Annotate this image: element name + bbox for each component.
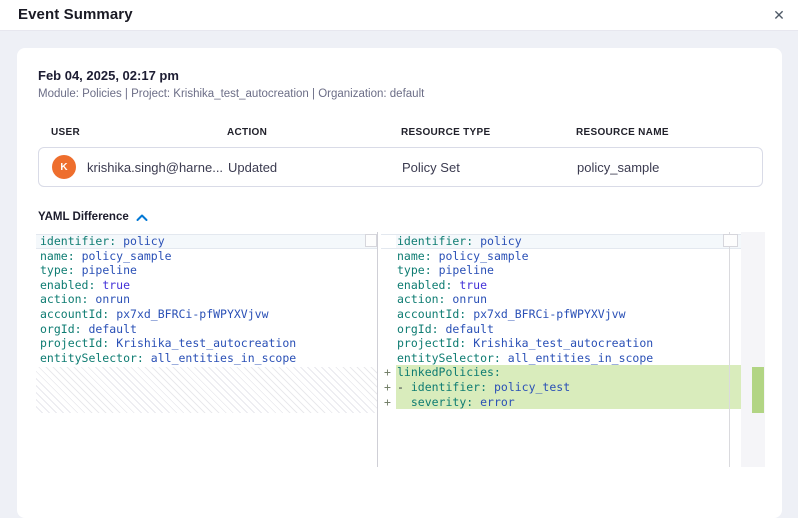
diff-line: enabled: true bbox=[381, 278, 741, 293]
modal-header: Event Summary ✕ bbox=[0, 0, 798, 31]
column-header-action: ACTION bbox=[227, 127, 401, 138]
page-title: Event Summary bbox=[18, 6, 133, 23]
diff-line: name: policy_sample bbox=[36, 249, 377, 264]
diff-line: action: onrun bbox=[381, 292, 741, 307]
diff-line: orgId: default bbox=[381, 322, 741, 337]
table-row[interactable]: K krishika.singh@harne... Updated Policy… bbox=[38, 147, 763, 187]
diff-line: name: policy_sample bbox=[381, 249, 741, 264]
added-marker: + bbox=[384, 365, 391, 380]
diff-line: accountId: px7xd_BFRCi-pfWPYXVjvw bbox=[381, 307, 741, 322]
diff-line: orgId: default bbox=[36, 322, 377, 337]
diff-line-added: + severity: error bbox=[381, 395, 741, 410]
added-marker: + bbox=[384, 380, 391, 395]
diff-line: identifier: policy bbox=[36, 234, 377, 249]
avatar: K bbox=[52, 155, 76, 179]
right-pane-edge bbox=[729, 232, 730, 467]
close-icon[interactable]: ✕ bbox=[769, 6, 789, 26]
event-summary-card: Feb 04, 2025, 02:17 pm Module: Policies … bbox=[17, 48, 782, 518]
diff-line: entitySelector: all_entities_in_scope bbox=[36, 351, 377, 366]
yaml-diff-editor: identifier: policyname: policy_sampletyp… bbox=[36, 232, 765, 467]
right-scrollbar-thumb[interactable] bbox=[723, 234, 738, 247]
diff-pane-modified[interactable]: identifier: policyname: policy_sampletyp… bbox=[381, 232, 741, 467]
audit-table-header: USER ACTION RESOURCE TYPE RESOURCE NAME bbox=[38, 127, 763, 138]
diff-line: identifier: policy bbox=[381, 234, 741, 249]
diff-line: projectId: Krishika_test_autocreation bbox=[36, 336, 377, 351]
diff-line: action: onrun bbox=[36, 292, 377, 307]
diff-placeholder-hatch bbox=[36, 367, 377, 413]
diff-pane-original[interactable]: identifier: policyname: policy_sampletyp… bbox=[36, 232, 378, 467]
yaml-difference-label: YAML Difference bbox=[38, 211, 129, 223]
left-scrollbar-thumb[interactable] bbox=[365, 234, 377, 247]
resource-type-cell: Policy Set bbox=[402, 160, 577, 175]
diff-line-added: +- identifier: policy_test bbox=[381, 380, 741, 395]
event-timestamp: Feb 04, 2025, 02:17 pm bbox=[38, 68, 761, 83]
user-email: krishika.singh@harne... bbox=[87, 160, 223, 175]
user-cell: K krishika.singh@harne... bbox=[52, 155, 228, 179]
resource-name-cell: policy_sample bbox=[577, 160, 762, 175]
diff-line: accountId: px7xd_BFRCi-pfWPYXVjvw bbox=[36, 307, 377, 322]
diff-line: enabled: true bbox=[36, 278, 377, 293]
added-marker: + bbox=[384, 395, 391, 410]
column-header-resource-type: RESOURCE TYPE bbox=[401, 127, 576, 138]
added-lines-marker bbox=[752, 367, 764, 413]
diff-line: type: pipeline bbox=[36, 263, 377, 278]
diff-line: type: pipeline bbox=[381, 263, 741, 278]
diff-line: projectId: Krishika_test_autocreation bbox=[381, 336, 741, 351]
column-header-resource-name: RESOURCE NAME bbox=[576, 127, 763, 138]
column-header-user: USER bbox=[51, 127, 227, 138]
diff-overview-ruler[interactable] bbox=[741, 232, 765, 467]
yaml-difference-toggle[interactable]: YAML Difference bbox=[38, 211, 178, 223]
action-cell: Updated bbox=[228, 160, 402, 175]
diff-line-added: +linkedPolicies: bbox=[381, 365, 741, 380]
chevron-up-icon bbox=[136, 213, 148, 222]
event-meta: Module: Policies | Project: Krishika_tes… bbox=[38, 88, 761, 100]
diff-line: entitySelector: all_entities_in_scope bbox=[381, 351, 741, 366]
